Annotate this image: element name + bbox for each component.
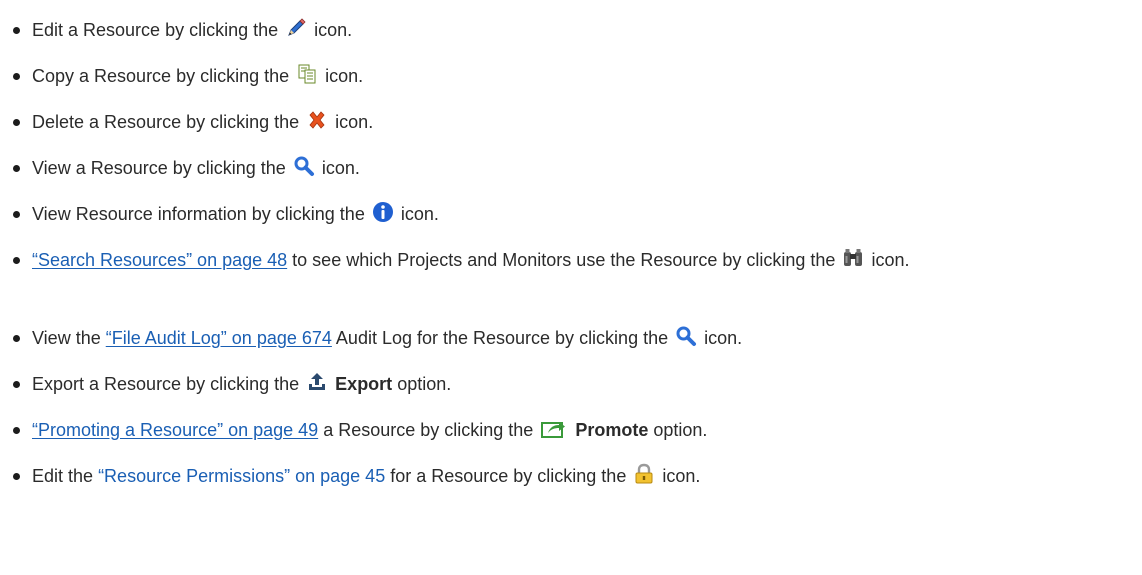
item-text-end: icon. (335, 112, 374, 132)
item-text: View the (32, 328, 101, 348)
export-icon (306, 371, 328, 393)
bullet (13, 119, 20, 126)
bullet (13, 381, 20, 388)
item-text: Edit the (32, 466, 94, 486)
item-text-end: icon. (314, 20, 353, 40)
file-audit-log-link[interactable]: “File Audit Log” on page 674 (106, 328, 332, 348)
item-text: Export a Resource by clicking the (32, 374, 300, 394)
item-text: Edit a Resource by clicking the (32, 20, 279, 40)
item-text-end: icon. (871, 250, 910, 270)
binoculars-icon (842, 247, 864, 269)
item-text-end: option. (653, 420, 708, 440)
copy-icon (296, 63, 318, 85)
item-text-mid: Audit Log for the Resource by clicking t… (335, 328, 669, 348)
bullet (13, 211, 20, 218)
item-text: View a Resource by clicking the (32, 158, 286, 178)
bullet (13, 257, 20, 264)
info-icon (372, 201, 394, 223)
promote-icon (540, 417, 568, 439)
item-text-end: icon. (704, 328, 743, 348)
item-text-end: icon. (325, 66, 364, 86)
promote-option[interactable]: Promote (575, 420, 648, 440)
item-text: Delete a Resource by clicking the (32, 112, 300, 132)
search-resources-link[interactable]: “Search Resources” on page 48 (32, 250, 287, 270)
promoting-a-resource-link[interactable]: “Promoting a Resource” on page 49 (32, 420, 318, 440)
pencil-icon (285, 17, 307, 39)
item-text: Copy a Resource by clicking the (32, 66, 290, 86)
bullet (13, 335, 20, 342)
item-text-end: icon. (321, 158, 360, 178)
export-option[interactable]: Export (335, 374, 392, 394)
item-text: a Resource by clicking the (323, 420, 534, 440)
item-text-end: option. (397, 374, 452, 394)
resource-permissions-link[interactable]: “Resource Permissions” on page 45 (98, 466, 385, 486)
bullet (13, 473, 20, 480)
item-text-mid: for a Resource by clicking the (390, 466, 627, 486)
magnifier-icon (675, 325, 697, 347)
item-text: to see which Projects and Monitors use t… (292, 250, 836, 270)
item-text-end: icon. (662, 466, 701, 486)
item-text-end: icon. (400, 204, 439, 224)
lock-icon (633, 463, 655, 485)
bullet (13, 27, 20, 34)
delete-x-icon (306, 109, 328, 131)
bullet (13, 73, 20, 80)
bullet (13, 427, 20, 434)
bullet (13, 165, 20, 172)
item-text: View Resource information by clicking th… (32, 204, 365, 224)
magnifier-icon (293, 155, 315, 177)
